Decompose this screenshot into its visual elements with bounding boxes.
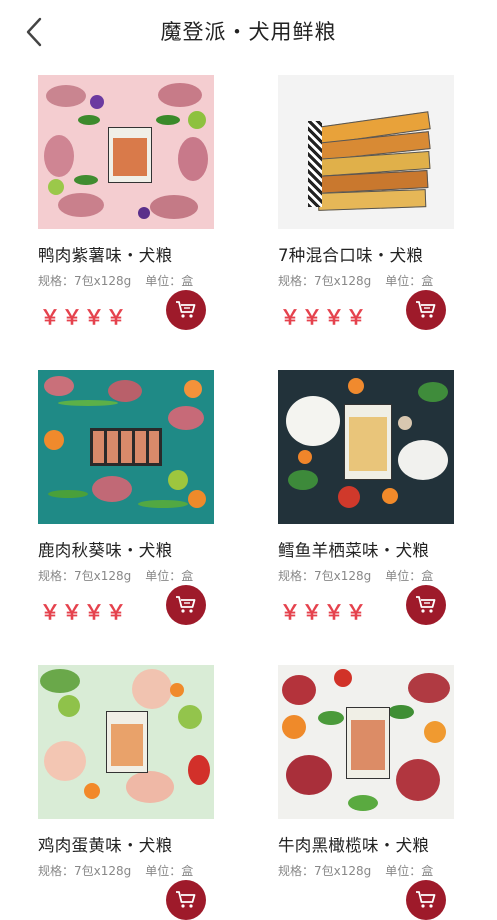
add-to-cart-button[interactable] [406, 290, 446, 330]
product-name: 鳕鱼羊栖菜味・犬粮 [278, 541, 430, 560]
product-card[interactable]: 鳕鱼羊栖菜味・犬粮 规格：7包x128g 单位：盒 ￥￥￥￥ [278, 370, 456, 625]
product-image[interactable] [278, 370, 454, 524]
product-card[interactable]: 牛肉黑橄榄味・犬粮 规格：7包x128g 单位：盒 [278, 665, 456, 920]
spec-label: 规格：7包x128g [278, 274, 372, 288]
unit-label: 单位：盒 [385, 864, 434, 878]
product-spec: 规格：7包x128g 单位：盒 [38, 272, 216, 289]
product-card[interactable]: 鹿肉秋葵味・犬粮 规格：7包x128g 单位：盒 ￥￥￥￥ [38, 370, 216, 625]
spec-label: 规格：7包x128g [278, 569, 372, 583]
product-name: 鹿肉秋葵味・犬粮 [38, 541, 173, 560]
cart-icon [176, 891, 196, 908]
cart-icon [416, 301, 436, 318]
product-name: 鸭肉紫薯味・犬粮 [38, 246, 173, 265]
product-image[interactable] [38, 75, 214, 229]
cart-icon [176, 301, 196, 318]
product-card[interactable]: 7种混合口味・犬粮 规格：7包x128g 单位：盒 ￥￥￥￥ [278, 75, 456, 330]
unit-label: 单位：盒 [145, 274, 194, 288]
unit-label: 单位：盒 [145, 569, 194, 583]
product-name: 牛肉黑橄榄味・犬粮 [278, 836, 430, 855]
spec-label: 规格：7包x128g [38, 864, 132, 878]
product-card[interactable]: 鸡肉蛋黄味・犬粮 规格：7包x128g 单位：盒 [38, 665, 216, 920]
page-title: 魔登派・犬用鲜粮 [160, 20, 337, 44]
product-price: ￥￥￥￥ [280, 305, 368, 329]
unit-label: 单位：盒 [385, 274, 434, 288]
cart-icon [416, 596, 436, 613]
add-to-cart-button[interactable] [166, 880, 206, 920]
product-spec: 规格：7包x128g 单位：盒 [278, 862, 456, 879]
product-price: ￥￥￥￥ [280, 600, 368, 624]
product-spec: 规格：7包x128g 单位：盒 [278, 567, 456, 584]
spec-label: 规格：7包x128g [38, 274, 132, 288]
add-to-cart-button[interactable] [166, 290, 206, 330]
cart-icon [176, 596, 196, 613]
product-name: 鸡肉蛋黄味・犬粮 [38, 836, 173, 855]
unit-label: 单位：盒 [145, 864, 194, 878]
product-price: ￥￥￥￥ [40, 600, 128, 624]
product-spec: 规格：7包x128g 单位：盒 [38, 862, 216, 879]
add-to-cart-button[interactable] [406, 880, 446, 920]
product-image[interactable] [278, 75, 454, 229]
product-name: 7种混合口味・犬粮 [278, 246, 424, 265]
cart-icon [416, 891, 436, 908]
add-to-cart-button[interactable] [166, 585, 206, 625]
spec-label: 规格：7包x128g [38, 569, 132, 583]
add-to-cart-button[interactable] [406, 585, 446, 625]
product-price: ￥￥￥￥ [40, 305, 128, 329]
product-image[interactable] [278, 665, 454, 819]
product-image[interactable] [38, 665, 214, 819]
product-image[interactable] [38, 370, 214, 524]
product-spec: 规格：7包x128g 单位：盒 [278, 272, 456, 289]
unit-label: 单位：盒 [385, 569, 434, 583]
product-card[interactable]: 鸭肉紫薯味・犬粮 规格：7包x128g 单位：盒 ￥￥￥￥ [38, 75, 216, 330]
spec-label: 规格：7包x128g [278, 864, 372, 878]
product-spec: 规格：7包x128g 单位：盒 [38, 567, 216, 584]
header: 魔登派・犬用鲜粮 [0, 0, 497, 64]
